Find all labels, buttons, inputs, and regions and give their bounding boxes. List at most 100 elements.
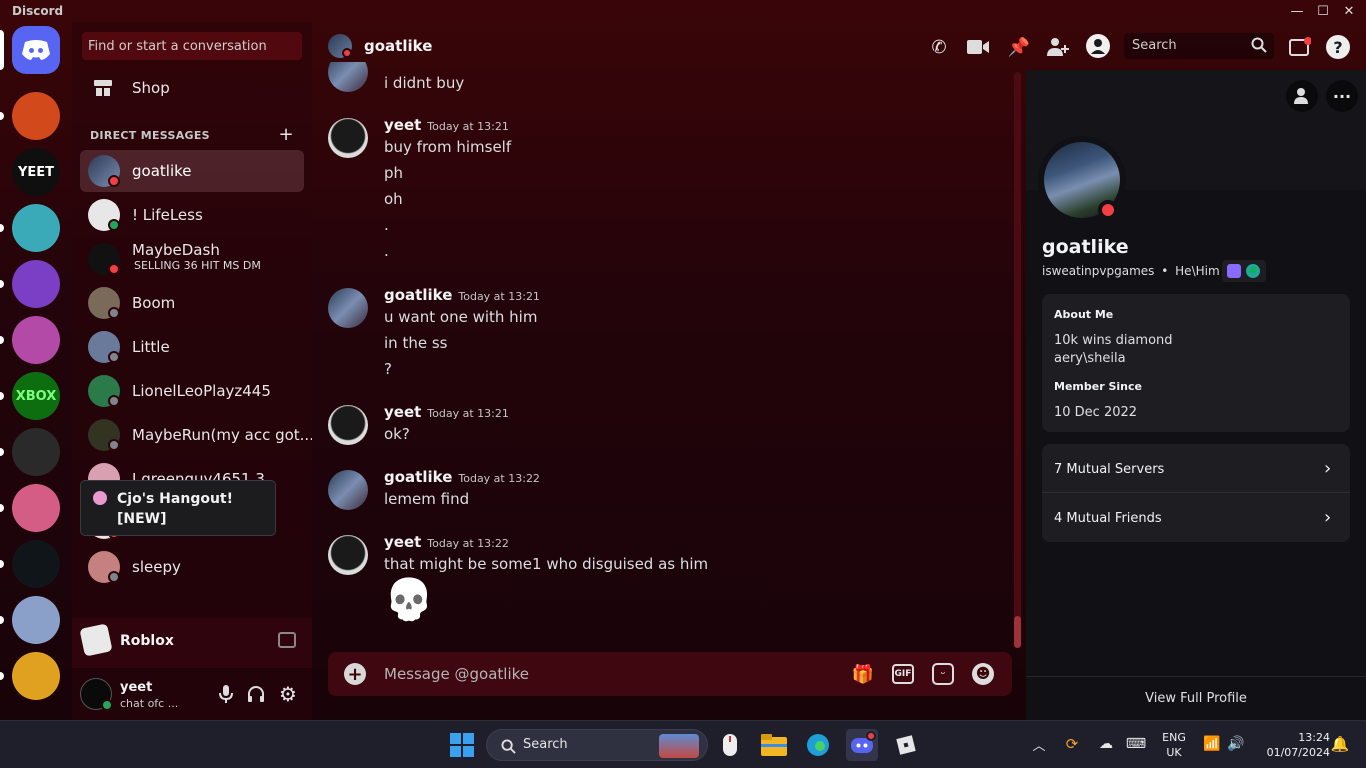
message-avatar[interactable] — [328, 288, 368, 328]
stream-icon[interactable] — [278, 632, 296, 648]
help-icon[interactable]: ? — [1326, 35, 1350, 59]
server-icon[interactable] — [12, 652, 60, 700]
server-icon[interactable]: YEET — [12, 148, 60, 196]
profile-add-friend-icon[interactable] — [1286, 80, 1318, 112]
close-button[interactable]: ✕ — [1332, 0, 1366, 22]
message-text: lemem find — [384, 490, 470, 508]
about-card: About Me 10k wins diamond aery\sheila Me… — [1042, 294, 1350, 432]
server-icon[interactable] — [12, 204, 60, 252]
windows-taskbar: Search ︿ ⟳ ☁ ⌨ ENG UK 📶 🔊 13:24 01/07/20… — [0, 720, 1366, 768]
discord-home-button[interactable] — [12, 26, 60, 74]
plus-icon[interactable]: + — [278, 124, 294, 145]
server-icon[interactable] — [12, 92, 60, 140]
message-timestamp: Today at 13:21 — [427, 407, 509, 420]
message-avatar[interactable] — [328, 405, 368, 445]
server-icon[interactable] — [12, 428, 60, 476]
nitro-badge-icon[interactable] — [1227, 264, 1241, 278]
server-icon[interactable] — [12, 540, 60, 588]
view-full-profile-button[interactable]: View Full Profile — [1026, 676, 1366, 720]
settings-gear-icon[interactable]: ⚙ — [277, 682, 299, 706]
user-profile-panel: ··· goatlike isweatinpvpgames • He\Him #… — [1026, 70, 1366, 720]
gift-icon[interactable]: 🎁 — [852, 663, 874, 685]
chat-scrollbar-thumb[interactable] — [1014, 616, 1021, 648]
chevron-up-icon[interactable]: ︿ — [1030, 735, 1048, 754]
message-composer[interactable]: + Message @goatlike 🎁 GIF ᵕ ☻ — [328, 652, 1012, 696]
microphone-icon[interactable] — [216, 684, 236, 704]
server-unread-pill — [0, 224, 4, 232]
dm-search-input[interactable]: Find or start a conversation — [82, 32, 302, 60]
message-avatar[interactable] — [328, 470, 368, 510]
pinned-messages-icon[interactable]: 📌 — [1008, 36, 1030, 58]
message-author[interactable]: yeet Today at 13:21 — [384, 403, 509, 421]
about-line-1: 10k wins diamond — [1054, 333, 1173, 348]
message-text: ph — [384, 164, 404, 182]
gif-icon[interactable]: GIF — [892, 664, 914, 684]
add-friends-to-dm-icon[interactable] — [1046, 36, 1070, 58]
profile-dnd-status-icon — [1098, 200, 1118, 220]
taskbar-search-box[interactable]: Search — [486, 729, 708, 761]
message-text: ok? — [384, 425, 410, 443]
server-unread-pill — [0, 392, 4, 400]
upload-plus-icon[interactable]: + — [344, 663, 366, 685]
hashtag-badge-icon[interactable]: # — [1246, 264, 1260, 278]
server-icon[interactable]: XBOX — [12, 372, 60, 420]
dm-item[interactable]: MaybeDash SELLING 36 HIT MS DM — [80, 238, 304, 280]
video-call-icon[interactable] — [966, 36, 990, 58]
message-avatar[interactable] — [328, 535, 368, 575]
server-icon[interactable] — [12, 596, 60, 644]
clock[interactable]: 13:24 01/07/2024 — [1254, 730, 1330, 760]
message-input[interactable]: Message @goatlike — [384, 665, 529, 683]
shop-nav-item[interactable]: Shop — [80, 72, 304, 104]
message-avatar[interactable] — [328, 62, 368, 92]
dnd-status-dot — [342, 48, 352, 58]
dm-item[interactable]: MaybeRun(my acc got... — [80, 414, 312, 456]
dm-list: goatlike ! LifeLess MaybeDash SELLING 36 HI… — [72, 150, 312, 618]
sync-tray-icon[interactable]: ⟳ — [1062, 734, 1082, 754]
roblox-taskbar-icon[interactable] — [890, 729, 922, 761]
mutual-friends-row[interactable]: 4 Mutual Friends › — [1042, 493, 1350, 542]
dm-item[interactable]: sleepy — [80, 546, 304, 588]
server-icon[interactable] — [12, 260, 60, 308]
dm-item[interactable]: Little — [80, 326, 304, 368]
dm-item[interactable]: LionelLeoPlayz445 — [80, 370, 304, 412]
chat-scrollbar-track[interactable] — [1014, 72, 1021, 648]
emoji-icon[interactable]: ☻ — [972, 663, 994, 685]
edge-browser-icon[interactable] — [802, 729, 834, 761]
message-avatar[interactable] — [328, 118, 368, 158]
chat-search-input[interactable]: Search — [1124, 33, 1274, 59]
message-author[interactable]: goatlike Today at 13:22 — [384, 468, 540, 486]
view-full-profile-label: View Full Profile — [1145, 691, 1247, 706]
chevron-right-icon: › — [1324, 458, 1332, 479]
server-icon[interactable] — [12, 316, 60, 364]
message-text: oh — [384, 190, 403, 208]
server-rail: YEET XBOX — [0, 22, 72, 720]
mutual-servers-row[interactable]: 7 Mutual Servers › — [1042, 444, 1350, 493]
dm-name: MaybeRun(my acc got... — [132, 426, 312, 444]
dm-item[interactable]: Boom — [80, 282, 304, 324]
notification-bell-icon[interactable]: 🔔 — [1330, 734, 1350, 754]
dm-item[interactable]: ! LifeLess — [80, 194, 304, 236]
search-highlight-icon — [659, 734, 699, 758]
message-author[interactable]: goatlike Today at 13:21 — [384, 286, 540, 304]
taskbar-search-label: Search — [523, 737, 568, 752]
dm-item[interactable]: goatlike — [80, 150, 304, 192]
voice-call-icon[interactable]: ✆ — [928, 36, 950, 58]
message-author[interactable]: yeet Today at 13:22 — [384, 533, 509, 551]
language-indicator[interactable]: ENG UK — [1158, 730, 1190, 760]
file-explorer-icon[interactable] — [758, 729, 790, 761]
message-author[interactable]: yeet Today at 13:21 — [384, 116, 509, 134]
app-title: Discord — [12, 4, 64, 18]
sticker-icon[interactable]: ᵕ — [932, 663, 954, 685]
more-options-icon[interactable]: ··· — [1326, 80, 1358, 112]
headphones-icon[interactable] — [246, 684, 266, 704]
keyboard-tray-icon[interactable]: ⌨ — [1126, 734, 1146, 754]
user-profile-toggle-icon[interactable] — [1086, 34, 1110, 58]
windows-start-icon[interactable] — [446, 729, 478, 761]
volume-icon[interactable]: 🔊 — [1226, 734, 1246, 754]
author-name: yeet — [384, 533, 422, 551]
inbox-icon[interactable] — [1288, 36, 1312, 58]
cloud-tray-icon[interactable]: ☁ — [1096, 734, 1116, 754]
wifi-icon[interactable]: 📶 — [1202, 734, 1222, 754]
mouse-app-icon[interactable] — [714, 729, 746, 761]
server-icon[interactable] — [12, 484, 60, 532]
